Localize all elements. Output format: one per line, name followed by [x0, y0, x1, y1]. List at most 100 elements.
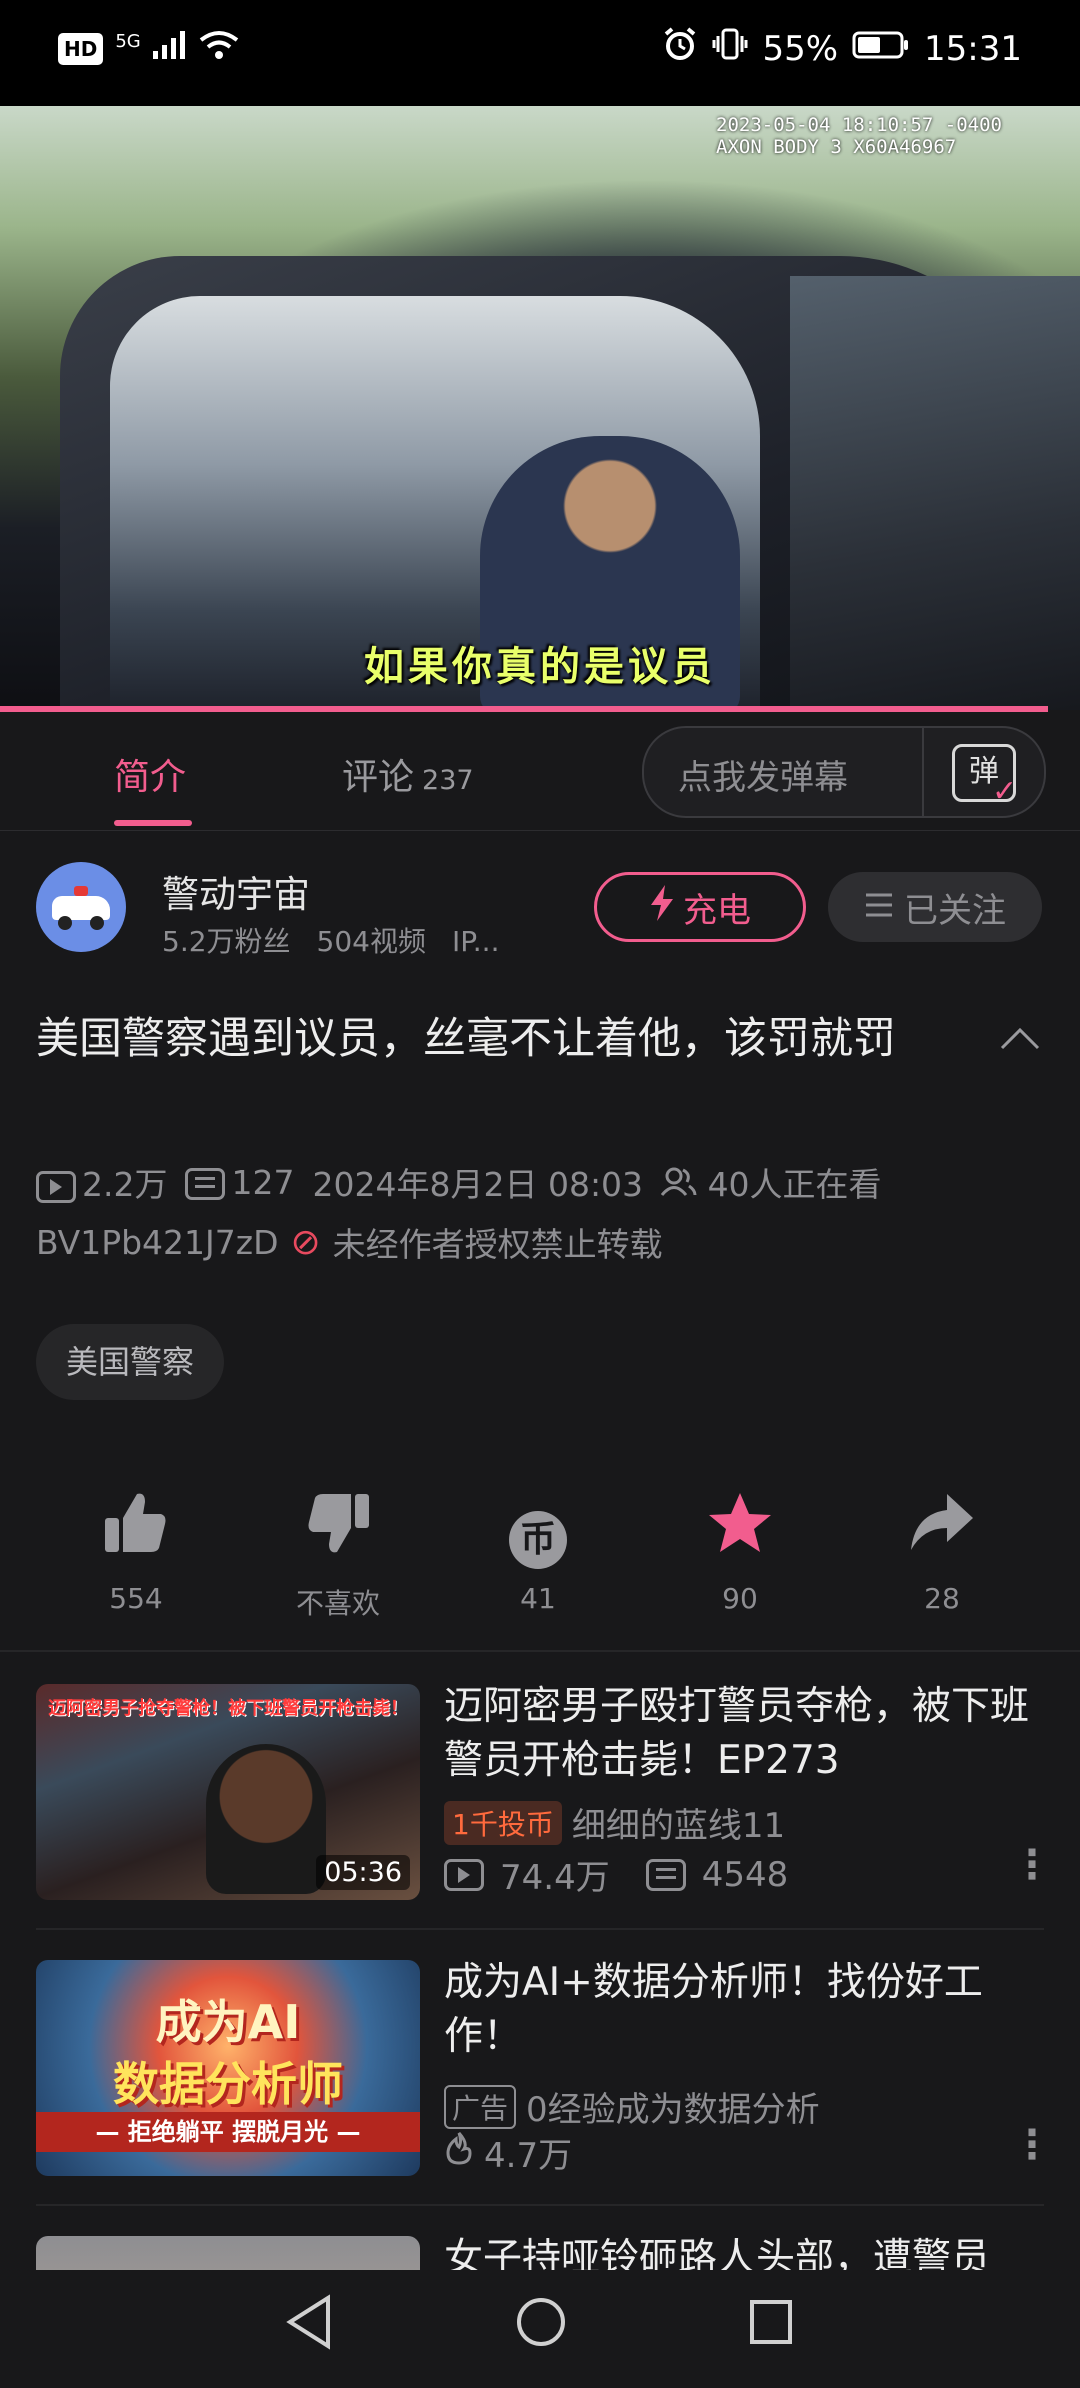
wifi-icon — [199, 30, 239, 67]
uploader-fans: 5.2万粉丝 — [162, 925, 291, 958]
copyright-notice: 未经作者授权禁止转载 — [332, 1225, 663, 1264]
follow-label: 已关注 — [904, 890, 1006, 931]
thumbs-up-icon — [66, 1490, 206, 1570]
lightning-icon — [649, 884, 675, 930]
ad-author-row: 广告 0经验成为数据分析 — [444, 2082, 820, 2131]
dislike-label: 不喜欢 — [295, 1587, 380, 1620]
share-button[interactable]: 28 — [872, 1490, 1012, 1615]
related-danmaku: 4548 — [701, 1854, 789, 1895]
avatar[interactable] — [36, 862, 126, 952]
ad-thumb-strip: — 拒绝躺平 摆脱月光 — — [36, 2112, 420, 2152]
forbidden-icon: ⊘ — [290, 1221, 321, 1263]
tab-comments[interactable]: 评论 237 — [342, 748, 474, 800]
star-icon — [670, 1490, 810, 1570]
play-count-icon — [36, 1170, 76, 1203]
like-button[interactable]: 554 — [66, 1490, 206, 1615]
signal-icon — [152, 31, 187, 66]
people-icon — [660, 1165, 697, 1204]
ad-heat-row: 4.7万 — [444, 2128, 572, 2177]
ad-thumbnail[interactable]: 成为AI 数据分析师 — 拒绝躺平 摆脱月光 — — [36, 1960, 420, 2176]
views-stat: 2.2万 — [36, 1158, 167, 1206]
tab-intro[interactable]: 简介 — [114, 748, 186, 800]
related-stats-row: 74.4万 4548 — [444, 1850, 788, 1899]
related-author-row: 1千投币 细细的蓝线11 — [444, 1798, 785, 1847]
ad-thumb-line2: 数据分析师 — [113, 2057, 343, 2111]
clock: 15:31 — [924, 28, 1022, 69]
bodycam-timestamp: 2023-05-04 18:10:57 -0400 — [716, 114, 1002, 136]
video-id-row: BV1Pb421J7zD ⊘ 未经作者授权禁止转载 — [36, 1218, 663, 1266]
danmaku-stat: 127 — [185, 1163, 294, 1202]
views-count: 2.2万 — [82, 1165, 168, 1204]
related-title: 迈阿密男子殴打警员夺枪，被下班警员开枪击毙！EP273 — [444, 1684, 1030, 1783]
like-count: 554 — [109, 1582, 163, 1615]
tab-comments-label: 评论 — [342, 757, 415, 798]
uploader-stats: 5.2万粉丝 504视频 IP... — [162, 920, 525, 960]
ad-thumb-line1: 成为AI — [155, 1995, 301, 2049]
more-options-icon[interactable]: ⋮ — [1012, 2122, 1052, 2168]
avatar-wheel — [58, 916, 72, 930]
more-options-icon[interactable]: ⋮ — [1012, 1842, 1052, 1888]
menu-lines-icon — [864, 887, 894, 927]
vibrate-icon — [712, 26, 748, 71]
video-duration: 05:36 — [316, 1855, 410, 1890]
home-icon[interactable] — [514, 2294, 568, 2364]
danmaku-input[interactable]: 点我发弹幕 弹 ✓ — [642, 726, 1046, 818]
bvid[interactable]: BV1Pb421J7zD — [36, 1223, 279, 1262]
thumbs-down-icon — [268, 1490, 408, 1570]
follow-button[interactable]: 已关注 — [828, 872, 1042, 942]
uploader-row: 警动宇宙 5.2万粉丝 504视频 IP... 充电 已关注 — [0, 842, 1080, 982]
thumbnail-banner: 迈阿密男子抢夺警枪！被下班警员开枪击毙！ — [48, 1698, 408, 1719]
publish-date: 2024年8月2日 08:03 — [312, 1165, 644, 1204]
avatar-wheel — [90, 916, 104, 930]
video-meta-row: 2.2万 127 2024年8月2日 08:03 40人正在看 — [36, 1158, 882, 1206]
dislike-button[interactable]: 不喜欢 — [268, 1490, 408, 1622]
favorite-count: 90 — [722, 1582, 758, 1615]
danmaku-placeholder: 点我发弹幕 — [678, 758, 848, 798]
related-views: 74.4万 — [500, 1858, 610, 1898]
related-ad-item[interactable]: 成为AI 数据分析师 — 拒绝躺平 摆脱月光 — 成为AI+数据分析师！找份好工… — [0, 1928, 1080, 2204]
alarm-icon — [662, 26, 698, 71]
danmaku-count-icon — [645, 1858, 686, 1891]
favorite-button[interactable]: 90 — [670, 1490, 810, 1615]
video-player[interactable]: 2023-05-04 18:10:57 -0400 AXON BODY 3 X6… — [0, 106, 1080, 710]
related-thumbnail[interactable]: 迈阿密男子抢夺警枪！被下班警员开枪击毙！ 05:36 — [36, 1684, 420, 1900]
status-bar: HD 5G 55% 15:31 — [0, 0, 1080, 106]
coin-badge: 1千投币 — [444, 1800, 562, 1845]
charge-label: 充电 — [683, 890, 751, 931]
network-label: 5G — [115, 31, 141, 52]
danmaku-check-icon: ✓ — [992, 774, 1018, 809]
video-subtitle: 如果你真的是议员 — [364, 643, 716, 690]
related-video-item[interactable]: 迈阿密男子抢夺警枪！被下班警员开枪击毙！ 05:36 迈阿密男子殴打警员夺枪，被… — [0, 1652, 1080, 1928]
video-tag[interactable]: 美国警察 — [36, 1324, 225, 1400]
uploader-name[interactable]: 警动宇宙 — [162, 864, 310, 918]
recents-icon[interactable] — [746, 2294, 796, 2364]
video-title: 美国警察遇到议员，丝毫不让着他，该罚就罚 — [36, 1014, 896, 1064]
danmaku-count-icon — [185, 1168, 226, 1200]
flame-icon — [444, 2131, 474, 2174]
danmaku-count: 127 — [231, 1162, 295, 1202]
chevron-up-icon[interactable] — [1000, 1014, 1040, 1060]
danmaku-divider — [922, 728, 924, 816]
uploader-ip: IP... — [451, 925, 500, 958]
related-title: 成为AI+数据分析师！找份好工作！ — [444, 1960, 983, 2059]
thumbnail-person — [206, 1744, 326, 1894]
bodycam-stamp: 2023-05-04 18:10:57 -0400 AXON BODY 3 X6… — [716, 114, 1002, 158]
share-count: 28 — [924, 1582, 960, 1615]
related-video-item[interactable]: 女子持哑铃砸路人头部，遭警员 — [0, 2204, 1080, 2270]
uploader-videos: 504视频 — [316, 925, 426, 958]
ad-author: 0经验成为数据分析 — [526, 2090, 820, 2130]
play-count-icon — [444, 1858, 484, 1891]
related-thumbnail[interactable] — [36, 2236, 420, 2270]
ad-badge: 广告 — [444, 2084, 517, 2129]
system-nav-bar — [0, 2270, 1080, 2388]
share-arrow-icon — [872, 1490, 1012, 1570]
bodycam-device: AXON BODY 3 X60A46967 — [716, 136, 957, 158]
hd-icon: HD — [58, 32, 104, 65]
detail-tabs: 简介 评论 237 点我发弹幕 弹 ✓ — [0, 712, 1080, 831]
coin-count: 41 — [520, 1582, 556, 1615]
battery-icon — [852, 29, 910, 69]
coin-button[interactable]: 币 41 — [468, 1490, 608, 1615]
charge-button[interactable]: 充电 — [594, 872, 806, 942]
active-tab-indicator — [114, 820, 192, 826]
back-icon[interactable] — [284, 2294, 334, 2364]
